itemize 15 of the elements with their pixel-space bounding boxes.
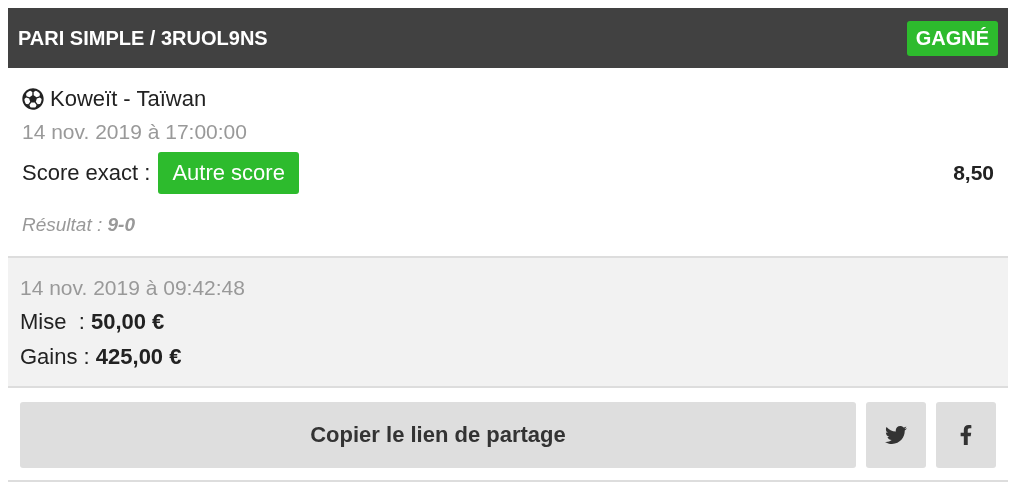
result-text: Résultat : 9-0 — [22, 214, 136, 236]
status-badge: GAGNÉ — [906, 20, 998, 56]
bet-date: 14 nov. 2019 à 09:42:48 — [20, 276, 246, 300]
selection-badge: Autre score — [158, 152, 299, 194]
winnings-text: Gains : 425,00 € — [20, 344, 183, 370]
stake-text: Mise : 50,00 € — [20, 309, 166, 335]
twitter-button[interactable] — [866, 402, 926, 468]
facebook-button[interactable] — [936, 402, 996, 468]
bet-title: PARI SIMPLE / 3RUOL9NS — [18, 26, 268, 50]
market-label: Score exact : — [22, 160, 151, 186]
match-name: Koweït - Taïwan — [50, 86, 207, 112]
event-date: 14 nov. 2019 à 17:00:00 — [22, 120, 248, 144]
bird-icon — [885, 424, 907, 446]
copy-link-button[interactable]: Copier le lien de partage — [20, 402, 856, 468]
odds: 8,50 — [953, 161, 994, 185]
